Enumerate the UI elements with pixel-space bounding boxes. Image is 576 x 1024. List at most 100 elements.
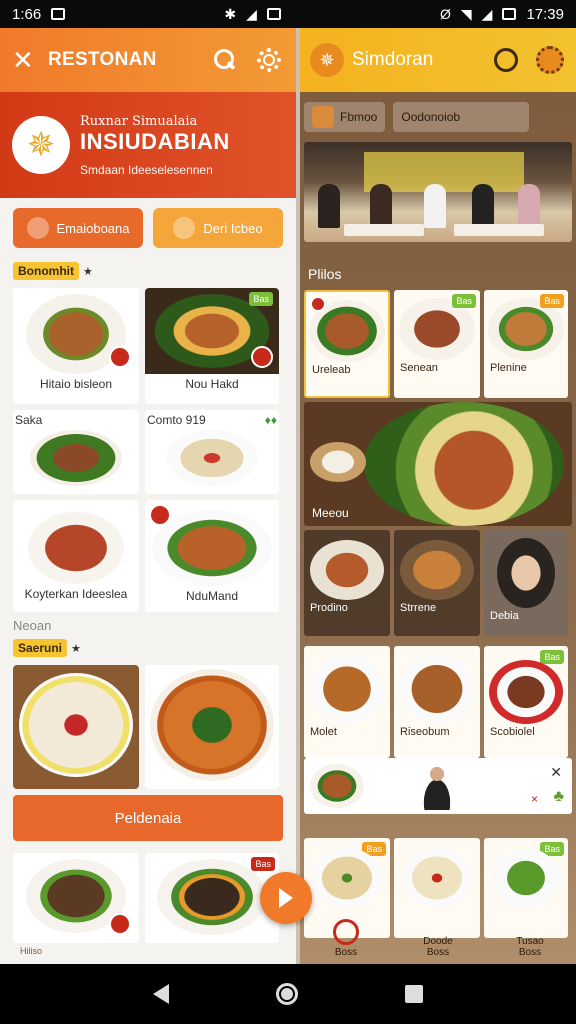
dish-card[interactable]: Bas Plenine xyxy=(484,290,568,398)
section-title: Plilos xyxy=(308,266,342,282)
favorite-icon[interactable] xyxy=(251,346,273,368)
dish-image xyxy=(28,512,124,584)
featured-dish[interactable]: Meeou xyxy=(304,402,572,526)
dish-image xyxy=(489,660,563,724)
dish-image xyxy=(402,848,472,908)
dish-card[interactable] xyxy=(145,665,279,789)
right-header: ✵ Simdoran xyxy=(300,28,576,92)
dish-image xyxy=(30,430,122,486)
brand-logo: ✵ xyxy=(12,116,70,174)
bottom-nav-item[interactable]: Doode Boss xyxy=(392,900,484,964)
settings-button[interactable] xyxy=(254,45,284,75)
close-icon[interactable]: ✕ xyxy=(12,45,48,76)
home-icon[interactable] xyxy=(275,983,298,1005)
play-button[interactable] xyxy=(260,872,312,924)
dish-card[interactable]: Ureleab xyxy=(304,290,390,398)
right-bottom-nav: Boss Doode Boss Tusao Boss xyxy=(300,900,576,964)
back-icon[interactable] xyxy=(153,984,170,1004)
home-icon xyxy=(333,919,359,945)
promo-banner[interactable]: ✕ × ♣ xyxy=(304,758,572,814)
close-icon[interactable]: ✕ xyxy=(550,764,562,781)
order-button-label: Deri Icbeo xyxy=(203,220,263,236)
badge: Bas xyxy=(540,650,564,664)
leaf-icon: ♦♦ xyxy=(264,413,277,427)
search-button[interactable] xyxy=(210,45,240,75)
menu-button[interactable]: Emaioboana xyxy=(13,208,143,248)
cell-signal-icon: ◢ xyxy=(481,5,493,22)
chip-button[interactable]: Oodonoiob xyxy=(393,102,530,132)
search-icon xyxy=(214,49,236,71)
dish-label: Saka xyxy=(15,413,43,427)
chip-label: Fbmoo xyxy=(340,110,378,124)
image-icon xyxy=(266,8,281,20)
dish-card[interactable]: Bas Scobiolel xyxy=(484,646,568,758)
dish-image xyxy=(400,540,474,600)
settings-button[interactable] xyxy=(534,44,566,76)
dish-image xyxy=(310,654,384,724)
dish-card[interactable]: Saka xyxy=(13,410,139,494)
dish-card[interactable] xyxy=(13,853,139,943)
badge: Bas xyxy=(251,857,275,871)
chef-image xyxy=(414,762,460,810)
brand-logo: ✵ xyxy=(310,43,344,77)
dish-image xyxy=(19,673,133,777)
star-icon: ★ xyxy=(83,265,93,278)
star-icon: ★ xyxy=(71,642,81,655)
dish-card[interactable]: Bas Senean xyxy=(394,290,480,398)
side-dish-image xyxy=(310,442,366,482)
bottom-nav-item[interactable]: Boss xyxy=(300,900,392,964)
dish-card[interactable]: Molet xyxy=(304,646,390,758)
featured-label: Meeou xyxy=(312,506,349,520)
dish-image xyxy=(310,540,384,600)
dish-card[interactable]: Prodino xyxy=(304,530,390,636)
dish-card[interactable]: Hitaio bisleon xyxy=(13,288,139,404)
dish-image xyxy=(364,402,564,526)
leaf-icon: ♣ xyxy=(553,788,565,805)
dish-card[interactable]: Bas xyxy=(145,853,279,943)
dismiss-icon[interactable]: × xyxy=(531,792,538,806)
dish-label: Hitaio bisleon xyxy=(39,377,113,391)
system-nav-bar xyxy=(0,964,576,1024)
dish-card[interactable]: NduMand xyxy=(145,500,279,612)
search-button[interactable] xyxy=(490,44,522,76)
search-icon xyxy=(494,48,518,72)
left-panel: ✕ RESTONAN ✵ Ruxnar Simualaia INSIUDABIA… xyxy=(0,28,296,964)
dish-label: Debia xyxy=(490,610,519,622)
dish-label: Senean xyxy=(400,362,438,374)
dish-image xyxy=(400,654,474,724)
dish-card[interactable] xyxy=(13,665,139,789)
clock-left: 1:66 xyxy=(12,5,42,23)
dish-card[interactable]: Debia xyxy=(484,530,568,636)
cta-button[interactable]: Peldenaia xyxy=(13,795,283,841)
order-button[interactable]: Deri Icbeo xyxy=(153,208,283,248)
dish-card[interactable]: Riseobum xyxy=(394,646,480,758)
recent-apps-icon[interactable] xyxy=(404,985,423,1003)
bluetooth-icon: ✱ xyxy=(224,5,237,22)
bottom-nav-item[interactable]: Tusao Boss xyxy=(484,900,576,964)
battery-icon xyxy=(502,8,517,20)
favorite-icon[interactable] xyxy=(109,346,131,368)
app-title: RESTONAN xyxy=(48,49,157,70)
dish-label: Strrene xyxy=(400,602,437,614)
favorite-icon[interactable] xyxy=(109,913,131,935)
mute-icon: Ø xyxy=(440,6,451,22)
dish-card[interactable]: Koyterkan Ideeslea xyxy=(13,500,139,612)
left-header: ✕ RESTONAN xyxy=(0,28,296,92)
dish-card[interactable]: Strrene xyxy=(394,530,480,636)
person-image xyxy=(497,538,555,608)
dish-card[interactable]: Comto 919 ♦♦ xyxy=(145,410,279,494)
bottom-nav-top-label: Tusao xyxy=(516,936,544,947)
bottom-nav-label: Boss xyxy=(426,947,450,958)
dish-image xyxy=(150,669,274,781)
dish-label: Prodino xyxy=(310,602,348,614)
dish-label: Ureleab xyxy=(312,364,351,376)
basket-icon xyxy=(312,106,334,128)
favorite-icon[interactable] xyxy=(310,296,326,312)
bottom-nav-label: Boss xyxy=(518,947,542,958)
notification-icon xyxy=(51,8,66,20)
chip-button[interactable]: Fbmoo xyxy=(304,102,386,132)
dish-label: Nou Hakd xyxy=(185,377,239,391)
hero-tagline: Smdaan Ideeselesennen xyxy=(80,162,213,177)
dish-card[interactable]: Bas Nou Hakd xyxy=(145,288,279,404)
dish-label: Scobiolel xyxy=(490,726,535,738)
